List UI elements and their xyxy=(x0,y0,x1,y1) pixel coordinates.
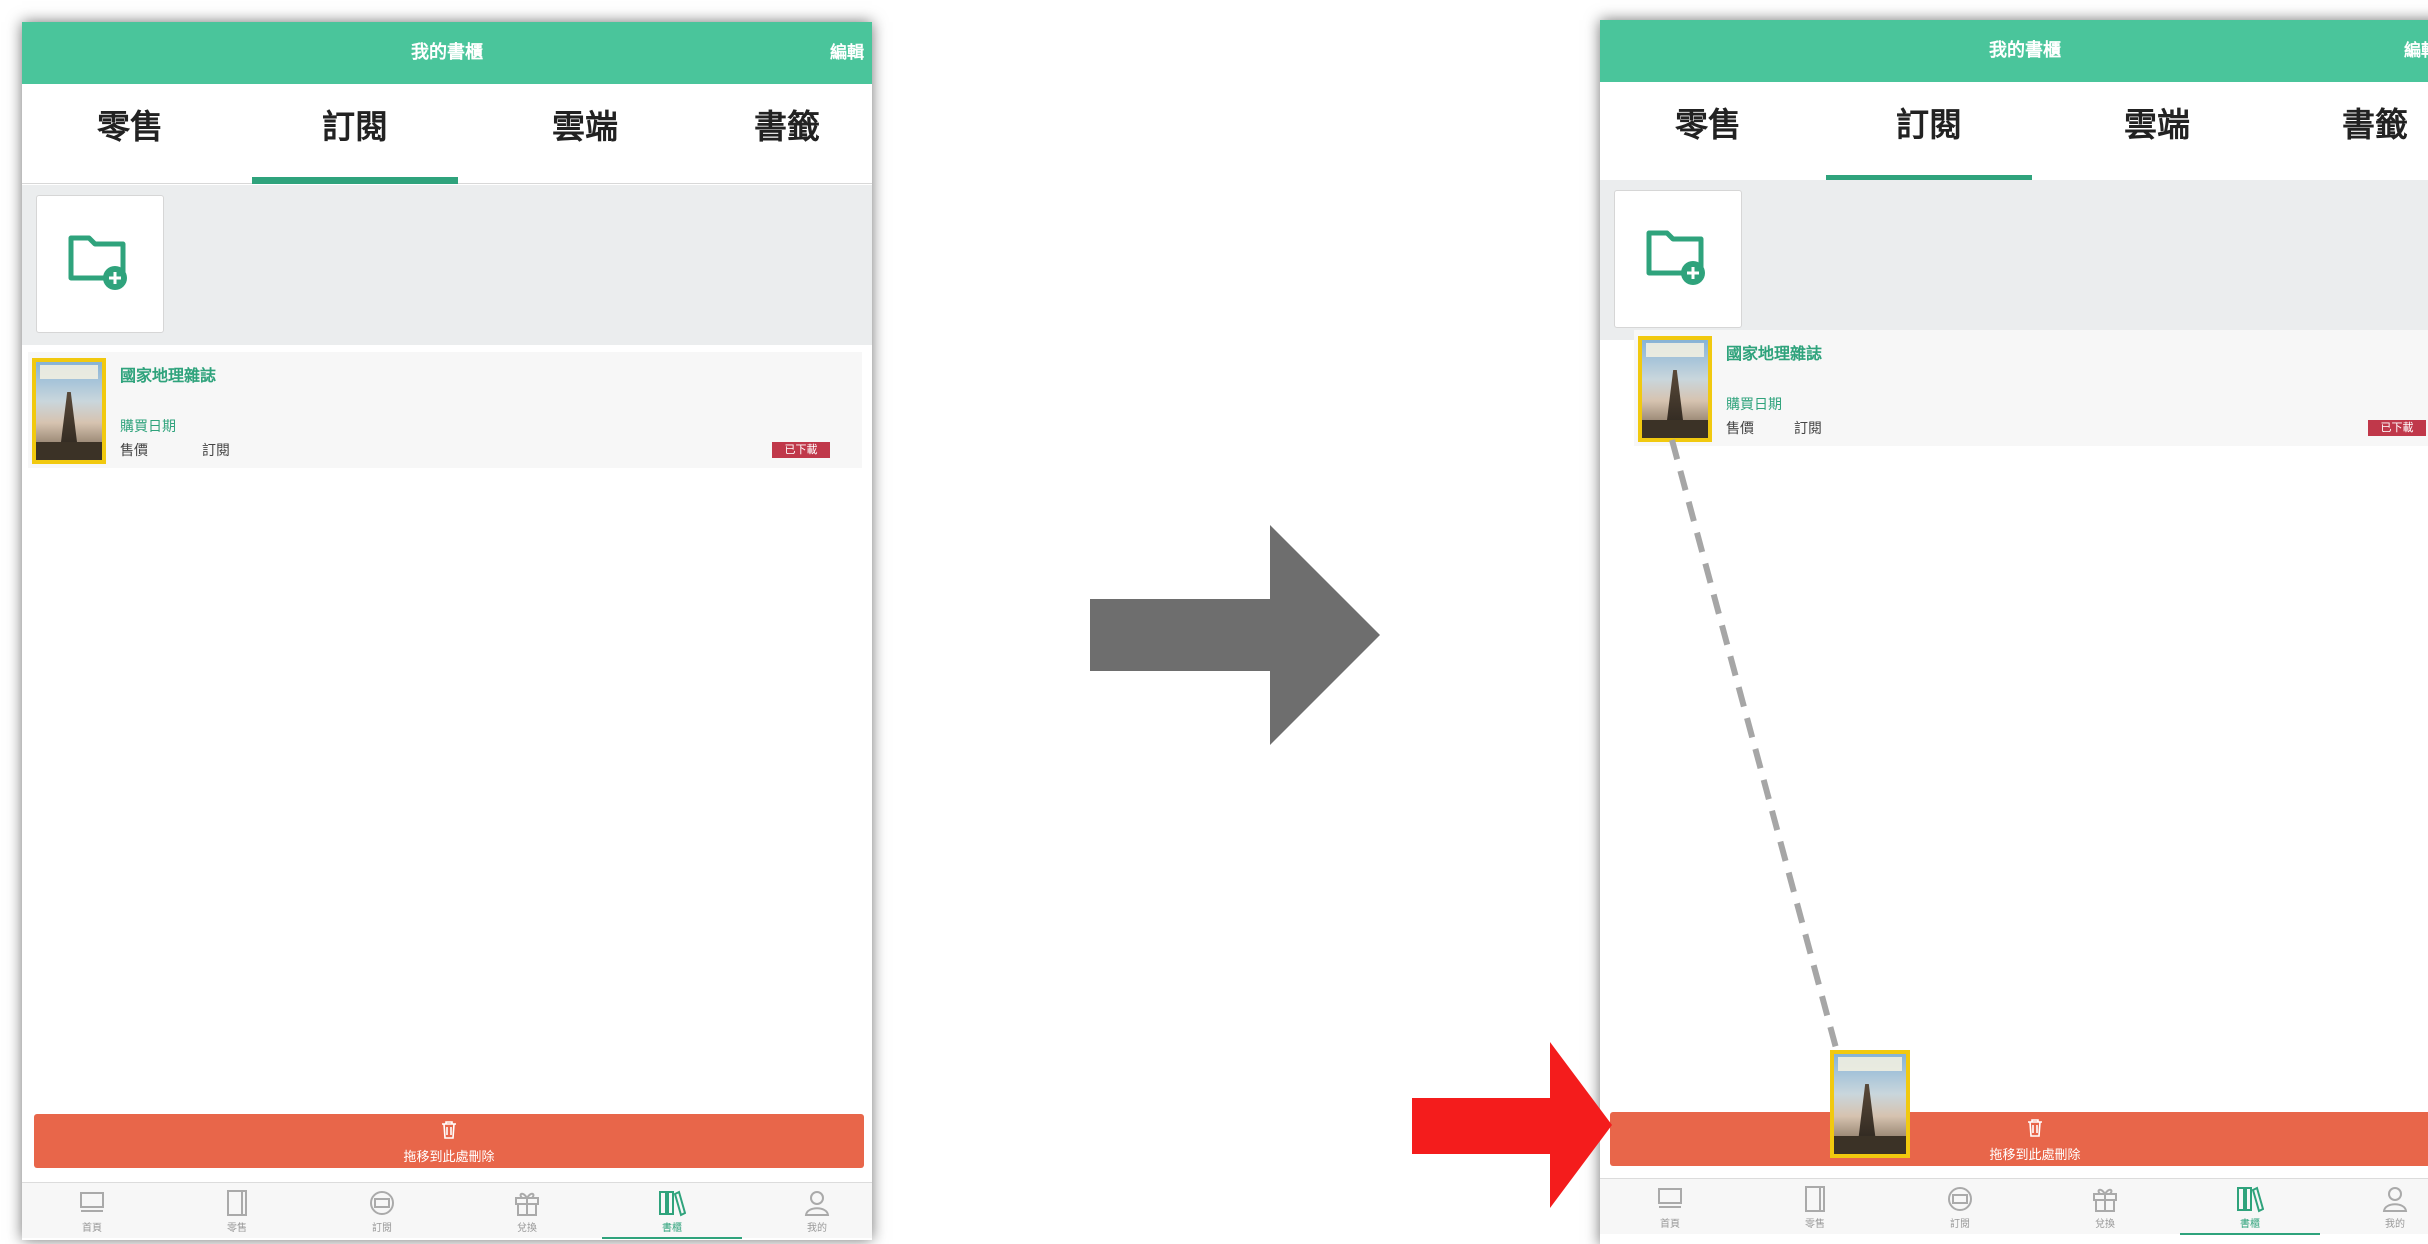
tab-subscription[interactable]: 訂閱 xyxy=(252,84,458,184)
subscribe-icon xyxy=(370,1191,394,1215)
page-title: 我的書櫃 xyxy=(411,42,483,63)
book-title: 國家地理雜誌 xyxy=(120,366,217,385)
user-icon xyxy=(804,1191,830,1216)
nav-item-subscription[interactable]: 訂閱 xyxy=(312,1183,452,1239)
book-icon xyxy=(227,1190,247,1216)
tab-bookmarks[interactable]: 書籤 xyxy=(702,84,872,184)
bottom-nav: 首頁 零售 訂閱 兌換 書櫃 我的 xyxy=(22,1182,872,1239)
book-list-item[interactable]: 國家地理雜誌 購買日期 售價 訂閱 已下載 xyxy=(28,352,862,468)
nav-item-home[interactable]: 首頁 xyxy=(22,1183,162,1239)
app-screen-before: 我的書櫃 編輯 零售 訂閱 雲端 書籤 國家地理雜誌 購買日期 售價 訂閱 已下… xyxy=(22,22,872,1240)
nav-label-home: 首頁 xyxy=(82,1223,102,1234)
home-icon xyxy=(80,1192,104,1212)
folder-area xyxy=(22,185,872,345)
gift-icon xyxy=(515,1192,539,1216)
tab-cloud[interactable]: 雲端 xyxy=(480,84,690,184)
add-folder-button[interactable] xyxy=(36,195,164,333)
nav-label-bookshelf: 書櫃 xyxy=(662,1223,682,1234)
app-screen-after: 我的書櫃 編輯 零售 訂閱 雲端 書籤 國家地理雜誌 購買日期 售價 訂閱 已下… xyxy=(1600,20,2428,1244)
folder-plus-icon xyxy=(68,235,127,290)
delete-drop-label: 拖移到此處刪除 xyxy=(403,1150,495,1165)
tab-retail[interactable]: 零售 xyxy=(22,84,238,184)
header-bar: 我的書櫃 編輯 xyxy=(22,22,872,84)
nav-label-redeem: 兌換 xyxy=(517,1223,537,1234)
arrow-right-icon xyxy=(1412,1042,1612,1208)
dragged-book-cover[interactable] xyxy=(1830,1050,1910,1158)
purchase-date-label: 購買日期 xyxy=(120,419,176,435)
nav-item-bookshelf[interactable]: 書櫃 xyxy=(602,1183,742,1239)
book-cover xyxy=(32,358,106,464)
arrow-right-icon xyxy=(1090,525,1380,745)
nav-item-redeem[interactable]: 兌換 xyxy=(457,1183,597,1239)
drag-path-line xyxy=(1669,439,1839,1049)
delete-drop-zone[interactable]: 拖移到此處刪除 xyxy=(34,1114,864,1168)
tab-bar: 零售 訂閱 雲端 書籤 xyxy=(22,84,872,184)
nav-label-mine: 我的 xyxy=(807,1223,827,1234)
book-type-label: 訂閱 xyxy=(202,443,230,459)
price-label: 售價 xyxy=(120,443,148,459)
nav-item-retail[interactable]: 零售 xyxy=(167,1183,307,1239)
nav-label-retail: 零售 xyxy=(227,1223,247,1234)
nav-item-mine[interactable]: 我的 xyxy=(747,1183,872,1239)
edit-button[interactable]: 編輯 xyxy=(830,22,864,84)
downloaded-badge: 已下載 xyxy=(772,442,830,458)
nav-label-subscription: 訂閱 xyxy=(372,1223,392,1234)
bookshelf-icon xyxy=(659,1190,686,1217)
trash-icon xyxy=(442,1121,456,1139)
